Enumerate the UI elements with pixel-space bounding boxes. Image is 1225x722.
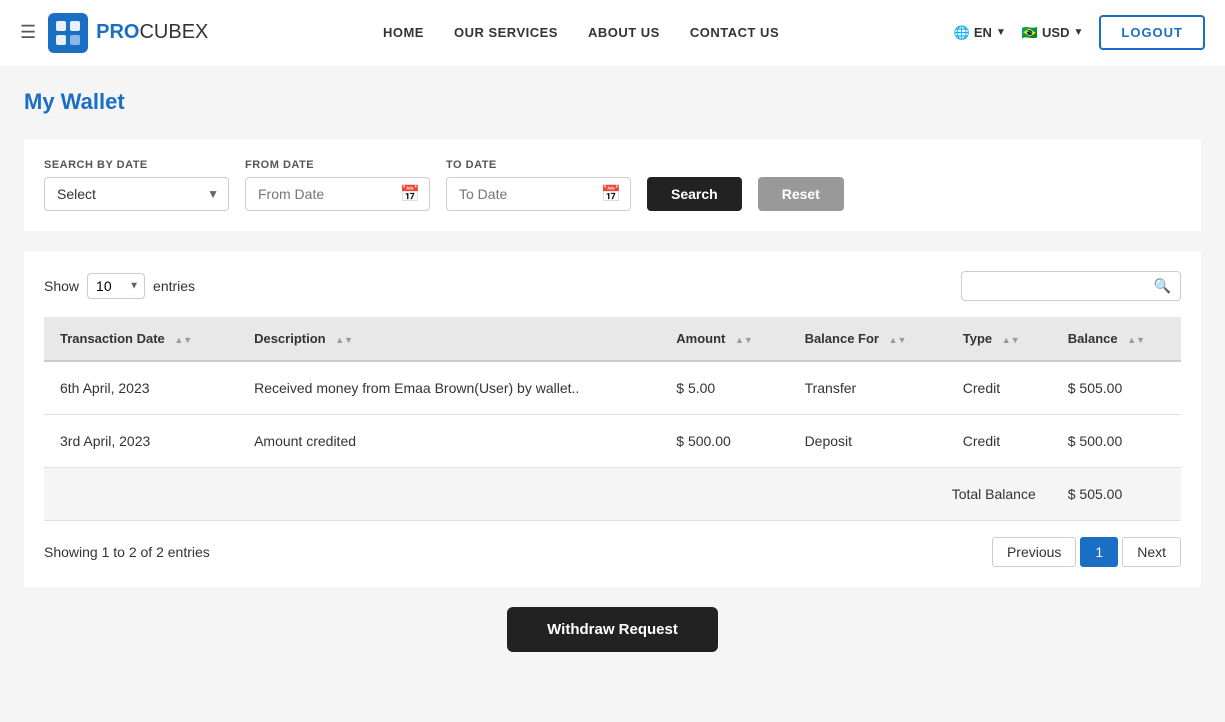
show-entries: Show 10 25 50 100 ▼ entries [44, 273, 195, 299]
table-row: 6th April, 2023 Received money from Emaa… [44, 361, 1181, 415]
col-transaction-date[interactable]: Transaction Date ▲▼ [44, 317, 238, 361]
navbar-right: 🌐 EN ▼ 🇧🇷 USD ▼ LOGOUT [954, 15, 1205, 50]
sort-icons-amount: ▲▼ [735, 335, 753, 345]
cell-description-1: Amount credited [238, 415, 660, 468]
cell-balance-0: $ 505.00 [1052, 361, 1181, 415]
sort-icons-date: ▲▼ [174, 335, 192, 345]
cell-description-0: Received money from Emaa Brown(User) by … [238, 361, 660, 415]
cell-balance-for-0: Transfer [789, 361, 947, 415]
navbar-center: HOME OUR SERVICES ABOUT US CONTACT US [383, 25, 779, 40]
page-1-button[interactable]: 1 [1080, 537, 1118, 567]
to-date-wrapper: 📅 [446, 177, 631, 211]
cell-amount-0: $ 5.00 [660, 361, 788, 415]
page-content: My Wallet SEARCH BY DATE Select Transact… [0, 65, 1225, 722]
cell-type-1: Credit [947, 415, 1052, 468]
entries-per-page-select[interactable]: 10 25 50 100 [87, 273, 145, 299]
cell-date-1: 3rd April, 2023 [44, 415, 238, 468]
to-date-group: TO DATE 📅 [446, 159, 631, 211]
page-title: My Wallet [24, 89, 1201, 115]
logo-container: PROCUBEX [48, 13, 208, 53]
table-search-wrapper: 🔍 [961, 271, 1181, 301]
sort-icons-balance: ▲▼ [1127, 335, 1145, 345]
navbar: ☰ PROCUBEX HOME OUR SERVICES ABOUT US CO… [0, 0, 1225, 65]
nav-about[interactable]: ABOUT US [588, 25, 660, 40]
nav-home[interactable]: HOME [383, 25, 424, 40]
cell-amount-1: $ 500.00 [660, 415, 788, 468]
logo-icon [48, 13, 88, 53]
hamburger-icon[interactable]: ☰ [20, 22, 36, 43]
search-by-date-label: SEARCH BY DATE [44, 159, 229, 171]
col-balance[interactable]: Balance ▲▼ [1052, 317, 1181, 361]
previous-button[interactable]: Previous [992, 537, 1076, 567]
navbar-left: ☰ PROCUBEX [20, 13, 208, 53]
sort-icons-desc: ▲▼ [335, 335, 353, 345]
total-row: Total Balance $ 505.00 [44, 468, 1181, 521]
entries-label: entries [153, 278, 195, 294]
filter-row: SEARCH BY DATE Select Transaction Date C… [44, 159, 1181, 211]
cell-balance-for-1: Deposit [789, 415, 947, 468]
table-header: Transaction Date ▲▼ Description ▲▼ Amoun… [44, 317, 1181, 361]
cell-type-0: Credit [947, 361, 1052, 415]
show-label: Show [44, 278, 79, 294]
nav-services[interactable]: OUR SERVICES [454, 25, 558, 40]
search-by-date-group: SEARCH BY DATE Select Transaction Date C… [44, 159, 229, 211]
logout-button[interactable]: LOGOUT [1099, 15, 1205, 50]
table-body: 6th April, 2023 Received money from Emaa… [44, 361, 1181, 521]
table-search-input[interactable] [961, 271, 1181, 301]
table-section: Show 10 25 50 100 ▼ entries 🔍 [24, 251, 1201, 587]
table-controls: Show 10 25 50 100 ▼ entries 🔍 [44, 271, 1181, 301]
select-wrapper: Select Transaction Date Created Date ▼ [44, 177, 229, 211]
total-balance-label: Total Balance [44, 468, 1052, 521]
pagination-controls: Previous 1 Next [992, 537, 1181, 567]
from-date-wrapper: 📅 [245, 177, 430, 211]
col-type[interactable]: Type ▲▼ [947, 317, 1052, 361]
cell-date-0: 6th April, 2023 [44, 361, 238, 415]
showing-entries-text: Showing 1 to 2 of 2 entries [44, 544, 210, 560]
entries-select-wrapper: 10 25 50 100 ▼ [87, 273, 145, 299]
cell-balance-1: $ 500.00 [1052, 415, 1181, 468]
to-date-label: TO DATE [446, 159, 631, 171]
search-type-select[interactable]: Select Transaction Date Created Date [44, 177, 229, 211]
currency-button[interactable]: 🇧🇷 USD ▼ [1022, 25, 1084, 41]
table-search-icon[interactable]: 🔍 [1154, 278, 1171, 295]
col-description[interactable]: Description ▲▼ [238, 317, 660, 361]
next-button[interactable]: Next [1122, 537, 1181, 567]
from-date-group: FROM DATE 📅 [245, 159, 430, 211]
from-date-input[interactable] [245, 177, 430, 211]
withdraw-request-button[interactable]: Withdraw Request [507, 607, 718, 652]
search-button[interactable]: Search [647, 177, 742, 211]
col-balance-for[interactable]: Balance For ▲▼ [789, 317, 947, 361]
sort-icons-type: ▲▼ [1002, 335, 1020, 345]
from-date-label: FROM DATE [245, 159, 430, 171]
reset-button[interactable]: Reset [758, 177, 844, 211]
logo-text: PROCUBEX [96, 21, 208, 44]
table-row: 3rd April, 2023 Amount credited $ 500.00… [44, 415, 1181, 468]
transactions-table: Transaction Date ▲▼ Description ▲▼ Amoun… [44, 317, 1181, 521]
withdraw-section: Withdraw Request [24, 587, 1201, 672]
filter-section: SEARCH BY DATE Select Transaction Date C… [24, 139, 1201, 231]
nav-contact[interactable]: CONTACT US [690, 25, 779, 40]
language-button[interactable]: 🌐 EN ▼ [954, 25, 1006, 41]
total-balance-value: $ 505.00 [1052, 468, 1181, 521]
to-date-input[interactable] [446, 177, 631, 211]
col-amount[interactable]: Amount ▲▼ [660, 317, 788, 361]
pagination-section: Showing 1 to 2 of 2 entries Previous 1 N… [44, 537, 1181, 567]
sort-icons-balance-for: ▲▼ [889, 335, 907, 345]
